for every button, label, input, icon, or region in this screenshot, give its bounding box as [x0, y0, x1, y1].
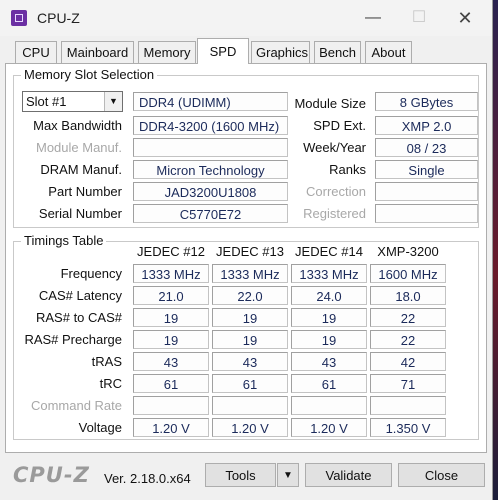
timing-row-label: Command Rate [30, 398, 122, 413]
timing-cell: 1.20 V [212, 418, 288, 437]
timing-row-label: RAS# Precharge [24, 332, 122, 347]
timing-cell [212, 396, 288, 415]
timing-cell: 19 [133, 308, 209, 327]
timing-cell: 1.20 V [291, 418, 367, 437]
timings-column-header: JEDEC #12 [137, 244, 205, 259]
cpuz-app-icon [11, 10, 27, 26]
window-title: CPU-Z [37, 10, 80, 26]
max-bandwidth-label: Max Bandwidth [33, 118, 122, 133]
timing-cell: 61 [291, 374, 367, 393]
module-manuf-label: Module Manuf. [36, 140, 122, 155]
timing-cell: 18.0 [370, 286, 446, 305]
tab-bench[interactable]: Bench [314, 41, 361, 63]
timing-cell: 24.0 [291, 286, 367, 305]
max-bandwidth-value: DDR4-3200 (1600 MHz) [133, 116, 288, 135]
timing-cell: 22 [370, 330, 446, 349]
timing-cell: 19 [212, 330, 288, 349]
spd-ext-label: SPD Ext. [313, 118, 366, 133]
maximize-button[interactable]: ☐ [396, 0, 442, 36]
correction-value [375, 182, 478, 201]
tab-mainboard[interactable]: Mainboard [61, 41, 134, 63]
chevron-down-icon[interactable]: ▼ [104, 92, 122, 111]
timings-column-header: XMP-3200 [377, 244, 439, 259]
module-size-label: Module Size [294, 96, 366, 111]
serial-number-value: C5770E72 [133, 204, 288, 223]
tab-spd[interactable]: SPD [197, 38, 249, 64]
timing-cell: 19 [291, 308, 367, 327]
timing-row-label: tRC [99, 376, 122, 391]
timing-row-label: tRAS [91, 354, 122, 369]
memory-slot-group-title: Memory Slot Selection [21, 67, 158, 82]
timing-cell [133, 396, 209, 415]
close-button[interactable]: Close [398, 463, 485, 487]
timing-cell: 22 [370, 308, 446, 327]
timing-cell: 19 [291, 330, 367, 349]
module-size-value: 8 GBytes [375, 92, 478, 111]
cpuz-window: CPU-Z — ☐ ✕ CPU Mainboard Memory SPD Gra… [0, 0, 493, 500]
part-number-label: Part Number [48, 184, 122, 199]
close-window-button[interactable]: ✕ [442, 0, 488, 36]
timing-cell: 1333 MHz [133, 264, 209, 283]
spd-ext-value: XMP 2.0 [375, 116, 478, 135]
minimize-button[interactable]: — [350, 0, 396, 36]
timing-cell: 1333 MHz [291, 264, 367, 283]
registered-value [375, 204, 478, 223]
registered-label: Registered [303, 206, 366, 221]
timing-cell: 42 [370, 352, 446, 371]
correction-label: Correction [306, 184, 366, 199]
validate-button[interactable]: Validate [305, 463, 392, 487]
ranks-label: Ranks [329, 162, 366, 177]
ranks-value: Single [375, 160, 478, 179]
timing-cell: 71 [370, 374, 446, 393]
tools-button[interactable]: Tools [205, 463, 276, 487]
tab-cpu[interactable]: CPU [15, 41, 57, 63]
cpuz-logo: CPU-Z [13, 463, 90, 487]
timings-column-header: JEDEC #13 [216, 244, 284, 259]
module-manuf-value [133, 138, 288, 157]
dram-manuf-value: Micron Technology [133, 160, 288, 179]
timing-cell: 61 [133, 374, 209, 393]
version-label: Ver. 2.18.0.x64 [104, 471, 191, 486]
slot-select-value: Slot #1 [26, 94, 67, 109]
timing-cell [291, 396, 367, 415]
timings-column-header: JEDEC #14 [295, 244, 363, 259]
week-year-value: 08 / 23 [375, 138, 478, 157]
dram-manuf-label: DRAM Manuf. [40, 162, 122, 177]
timing-cell: 19 [212, 308, 288, 327]
timing-cell: 1.20 V [133, 418, 209, 437]
timing-cell: 43 [291, 352, 367, 371]
timing-cell: 1600 MHz [370, 264, 446, 283]
timing-cell: 61 [212, 374, 288, 393]
week-year-label: Week/Year [303, 140, 366, 155]
timing-cell: 22.0 [212, 286, 288, 305]
slot-select[interactable]: Slot #1 ▼ [22, 91, 123, 112]
tab-about[interactable]: About [365, 41, 412, 63]
timing-row-label: CAS# Latency [38, 288, 122, 303]
timings-group-title: Timings Table [21, 233, 107, 248]
serial-number-label: Serial Number [38, 206, 122, 221]
timing-cell: 19 [133, 330, 209, 349]
timing-cell: 1333 MHz [212, 264, 288, 283]
timing-cell: 1.350 V [370, 418, 446, 437]
timing-cell: 43 [133, 352, 209, 371]
title-bar[interactable]: CPU-Z — ☐ ✕ [0, 0, 492, 36]
tab-graphics[interactable]: Graphics [251, 41, 310, 63]
timing-cell: 21.0 [133, 286, 209, 305]
timing-cell: 43 [212, 352, 288, 371]
timing-row-label: RAS# to CAS# [36, 310, 122, 325]
tab-memory[interactable]: Memory [138, 41, 196, 63]
timing-row-label: Frequency [60, 266, 122, 281]
part-number-value: JAD3200U1808 [133, 182, 288, 201]
memory-type-value: DDR4 (UDIMM) [133, 92, 288, 111]
tools-dropdown-arrow[interactable]: ▼ [277, 463, 299, 487]
timing-row-label: Voltage [78, 420, 122, 435]
timing-cell [370, 396, 446, 415]
